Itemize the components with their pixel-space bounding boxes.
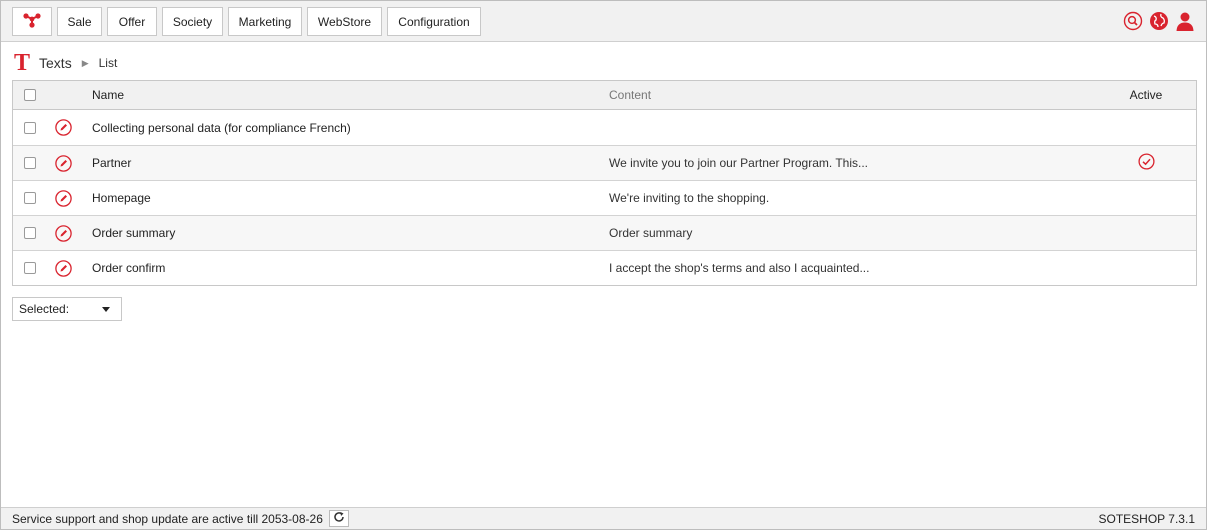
edit-icon[interactable] (55, 154, 72, 172)
support-status-text: Service support and shop update are acti… (12, 511, 323, 526)
row-name[interactable]: Collecting personal data (for compliance… (92, 110, 351, 145)
table-header-row: Name Content Active (13, 81, 1196, 110)
bulk-action-select[interactable]: Selected: (12, 297, 122, 321)
nav-marketing[interactable]: Marketing (228, 7, 302, 36)
nav-society[interactable]: Society (162, 7, 223, 36)
table-row: Order summary Order summary (13, 215, 1196, 250)
row-content: We're inviting to the shopping. (609, 191, 770, 205)
row-content: We invite you to join our Partner Progra… (609, 156, 869, 170)
chevron-down-icon (102, 307, 110, 312)
home-logo-button[interactable] (12, 7, 52, 36)
column-header-active[interactable]: Active (1111, 81, 1181, 109)
globe-icon[interactable] (1148, 10, 1170, 32)
row-checkbox[interactable] (24, 192, 36, 204)
texts-table: Name Content Active Collecting personal … (12, 80, 1197, 286)
row-name[interactable]: Order confirm (92, 251, 165, 285)
row-checkbox[interactable] (24, 262, 36, 274)
nav-configuration[interactable]: Configuration (387, 7, 481, 36)
row-name[interactable]: Partner (92, 146, 131, 180)
search-icon[interactable] (1122, 10, 1144, 32)
top-nav-bar: Sale Offer Society Marketing WebStore Co… (1, 1, 1206, 42)
bulk-action-label: Selected: (19, 302, 70, 316)
app-window: Sale Offer Society Marketing WebStore Co… (0, 0, 1207, 530)
header-icons (1122, 10, 1196, 32)
column-header-name[interactable]: Name (92, 81, 124, 109)
refresh-button[interactable] (328, 510, 349, 527)
edit-icon[interactable] (55, 189, 72, 207)
edit-icon[interactable] (55, 224, 72, 242)
edit-icon[interactable] (55, 259, 72, 277)
nav-offer[interactable]: Offer (107, 7, 157, 36)
breadcrumb: T Texts ▶ List (14, 51, 117, 75)
version-label: SOTESHOP 7.3.1 (1098, 511, 1196, 526)
select-all-checkbox[interactable] (24, 89, 36, 101)
edit-icon[interactable] (55, 119, 72, 136)
row-content: Order summary (609, 226, 693, 240)
texts-module-icon: T (14, 50, 31, 76)
nav-webstore[interactable]: WebStore (307, 7, 382, 36)
network-logo-icon (23, 12, 41, 31)
row-checkbox[interactable] (24, 121, 36, 134)
refresh-icon (333, 511, 345, 526)
breadcrumb-list: List (98, 56, 118, 70)
nav-sale[interactable]: Sale (57, 7, 102, 36)
row-checkbox[interactable] (24, 157, 36, 169)
table-row: Homepage We're inviting to the shopping. (13, 180, 1196, 215)
user-icon[interactable] (1174, 10, 1196, 32)
row-name[interactable]: Order summary (92, 216, 175, 250)
breadcrumb-separator-icon: ▶ (81, 57, 89, 68)
active-check-icon[interactable] (1137, 153, 1155, 173)
status-footer: Service support and shop update are acti… (1, 507, 1206, 529)
row-checkbox[interactable] (24, 227, 36, 239)
column-header-content: Content (609, 88, 652, 102)
table-row: Partner We invite you to join our Partne… (13, 145, 1196, 180)
row-content: I accept the shop's terms and also I acq… (609, 261, 870, 275)
table-row: Order confirm I accept the shop's terms … (13, 250, 1196, 285)
table-row: Collecting personal data (for compliance… (13, 110, 1196, 145)
breadcrumb-texts[interactable]: Texts (39, 55, 72, 71)
row-name[interactable]: Homepage (92, 181, 151, 215)
